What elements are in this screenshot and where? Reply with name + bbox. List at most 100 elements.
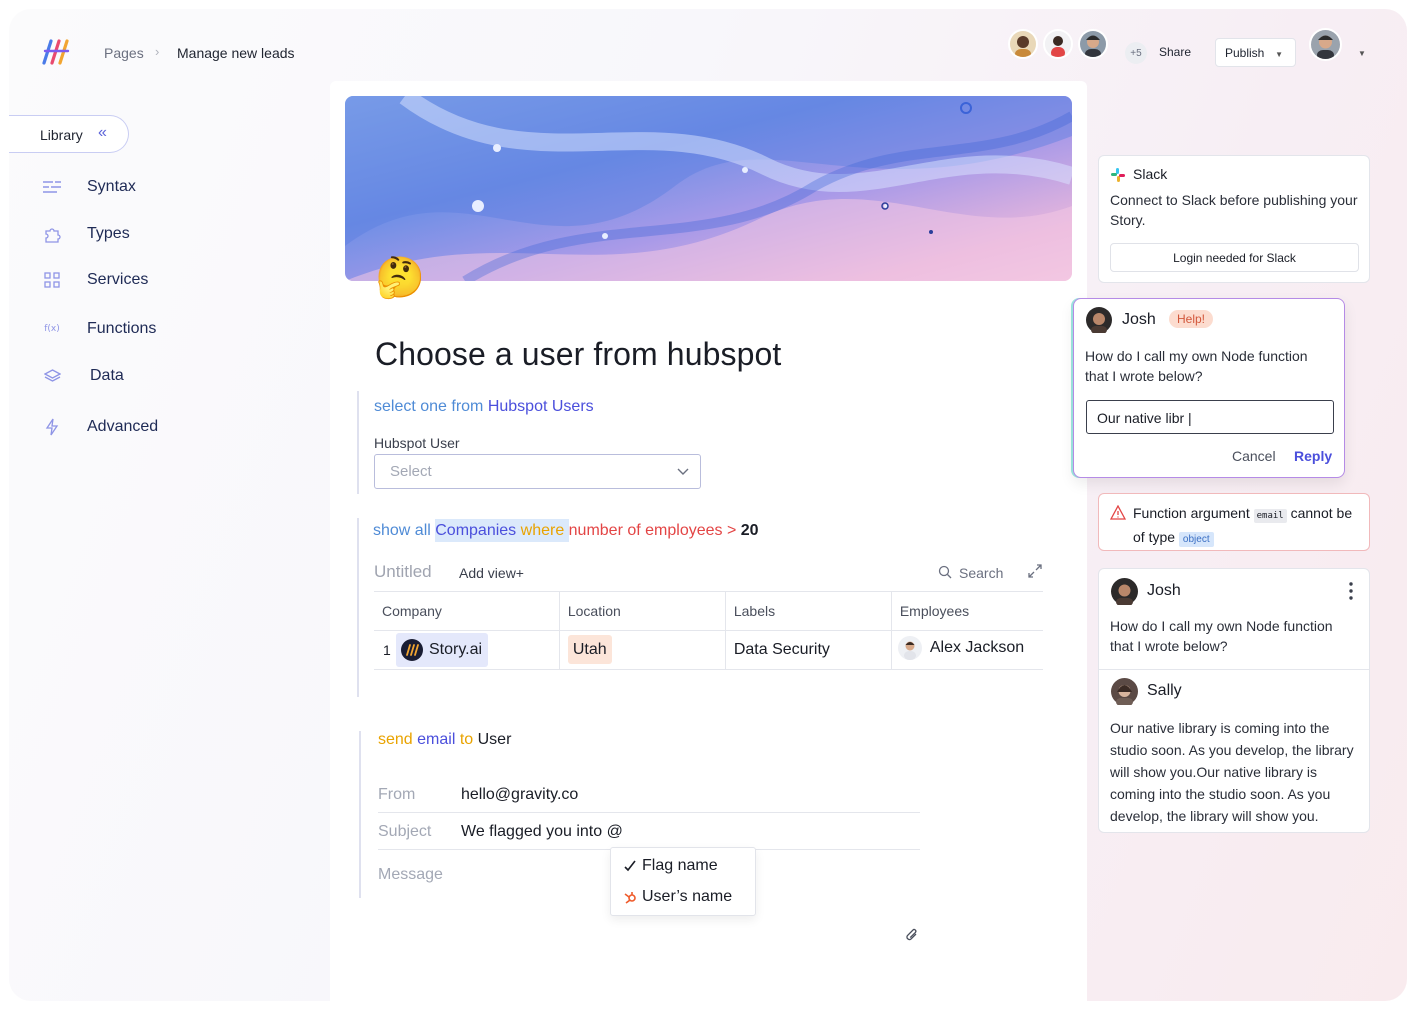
comment-text: How do I call my own Node function that … [1085,348,1308,384]
collaborators-more-count[interactable]: +5 [1125,42,1147,64]
comment-text: How do I call my own Node function that … [1110,618,1333,654]
error-code-token: email [1253,509,1287,523]
hubspot-user-select[interactable]: Select [374,454,701,489]
mention-dropdown: Flag name User’s name [610,847,756,916]
current-user-avatar[interactable] [1309,28,1342,61]
account-menu-chevron-icon[interactable]: ▼ [1358,49,1366,58]
sidebar-item-label: Data [90,367,124,384]
reply-button[interactable]: Reply [1294,448,1332,464]
add-view-button[interactable]: Add view+ [459,565,524,581]
cell-location[interactable]: Utah [558,630,726,670]
keyword-send: send [378,731,418,748]
message-input[interactable]: Message [378,866,443,884]
sidebar-item-data[interactable]: Data [43,365,243,387]
mention-option-users-name[interactable]: User’s name [623,888,732,906]
error-message: Function argument email cannot be of typ… [1133,503,1363,550]
column-header-location[interactable]: Location [558,591,726,631]
divider [378,812,920,813]
slack-login-button[interactable]: Login needed for Slack [1110,243,1359,272]
column-header-labels[interactable]: Labels [724,591,892,631]
collapse-chevron-icon[interactable]: « [98,124,107,142]
breadcrumb-pages[interactable]: Pages [104,45,144,61]
function-icon: f(x) [44,324,60,334]
keyword-show-all: show all [373,522,436,539]
layers-icon [43,367,61,385]
hubspot-user-label: Hubspot User [374,435,460,451]
avatar [1086,307,1112,333]
warning-icon [1110,505,1126,520]
publish-button[interactable]: Publish ▼ [1215,38,1296,67]
help-badge: Help! [1169,310,1214,328]
reply-input[interactable]: Our native libr | [1086,400,1334,434]
cell-company[interactable]: Story.ai [396,630,560,670]
flag-check-icon [624,860,636,872]
sidebar-item-services[interactable]: Services [43,269,243,291]
error-type-badge: object [1178,532,1214,547]
hubspot-icon [624,892,636,904]
story-ai-logo-icon [401,639,423,661]
employee-avatar [897,635,922,660]
table-row[interactable]: 1 Story.ai Utah Data Security Alex Jacks… [374,630,1043,670]
avatar [1111,578,1138,605]
collaborator-avatar[interactable] [1008,29,1038,59]
block-indicator [357,391,359,494]
entity-user[interactable]: User [478,731,512,748]
sidebar-item-functions[interactable]: f(x) Functions [43,318,243,340]
column-header-employees[interactable]: Employees [890,591,1043,631]
cell-employee[interactable]: Alex Jackson [890,630,1043,670]
subject-label: Subject [378,823,432,840]
action-sentence-send-email[interactable]: send email to User [378,731,511,749]
page-title[interactable]: Choose a user from hubspot [375,336,781,373]
entity-hubspot-users[interactable]: Hubspot Users [488,398,594,415]
collaborator-avatar[interactable] [1043,29,1073,59]
sidebar-item-label: Services [87,271,149,288]
comment-author: Josh [1147,582,1181,599]
chevron-down-icon [677,468,689,475]
query-sentence-companies[interactable]: show all Companies where number of emplo… [373,519,759,542]
column-header-company[interactable]: Company [374,591,560,631]
mention-option-flag-name[interactable]: Flag name [623,857,718,875]
company-name: Story.ai [429,641,483,658]
publish-label: Publish [1225,45,1265,60]
mention-label: User’s name [642,888,733,905]
from-value[interactable]: hello@gravity.co [461,786,578,804]
divider [1099,669,1369,670]
more-options-icon[interactable] [1349,582,1353,600]
search-icon[interactable] [938,565,952,579]
entity-email[interactable]: email [417,731,455,748]
collaborator-avatar[interactable] [1078,29,1108,59]
puzzle-icon [43,225,61,243]
gravity-logo[interactable] [41,37,71,67]
sidebar-item-syntax[interactable]: Syntax [43,176,243,198]
condition-employees[interactable]: number of employees > [569,522,741,539]
slack-integration-card: Slack Connect to Slack before publishing… [1098,155,1370,283]
attachment-icon[interactable] [905,927,919,943]
avatar [1111,678,1138,705]
sidebar-item-types[interactable]: Types [43,223,243,245]
mention-label: Flag name [642,857,718,874]
employee-name: Alex Jackson [929,638,1025,656]
page-emoji-icon[interactable]: 🤔 [375,255,425,301]
location-chip: Utah [567,635,612,664]
app-frame: Pages › Manage new leads +5 Share Publis… [9,9,1407,1001]
expand-icon[interactable] [1027,563,1043,579]
sidebar-item-label: Advanced [87,418,159,435]
entity-companies[interactable]: Companies [435,522,516,539]
from-label: From [378,786,416,803]
table-view-title[interactable]: Untitled [374,562,432,582]
block-indicator [357,518,359,697]
share-button[interactable]: Share [1159,45,1191,59]
library-tab[interactable]: Library « [9,115,129,153]
table-search-button[interactable]: Search [959,565,1003,581]
subject-input[interactable]: We flagged you into @ [461,823,623,841]
sidebar-item-label: Syntax [87,178,136,195]
cell-labels[interactable]: Data Security [724,630,892,670]
sidebar-item-advanced[interactable]: Advanced [43,416,243,438]
error-text-part: Function argument [1133,505,1254,521]
query-sentence-hubspot[interactable]: select one from Hubspot Users [374,398,594,416]
condition-value[interactable]: 20 [741,522,759,539]
cancel-button[interactable]: Cancel [1232,448,1276,464]
comment-author: Josh [1122,311,1156,328]
grid-icon [43,271,61,289]
cover-image[interactable] [345,96,1072,281]
